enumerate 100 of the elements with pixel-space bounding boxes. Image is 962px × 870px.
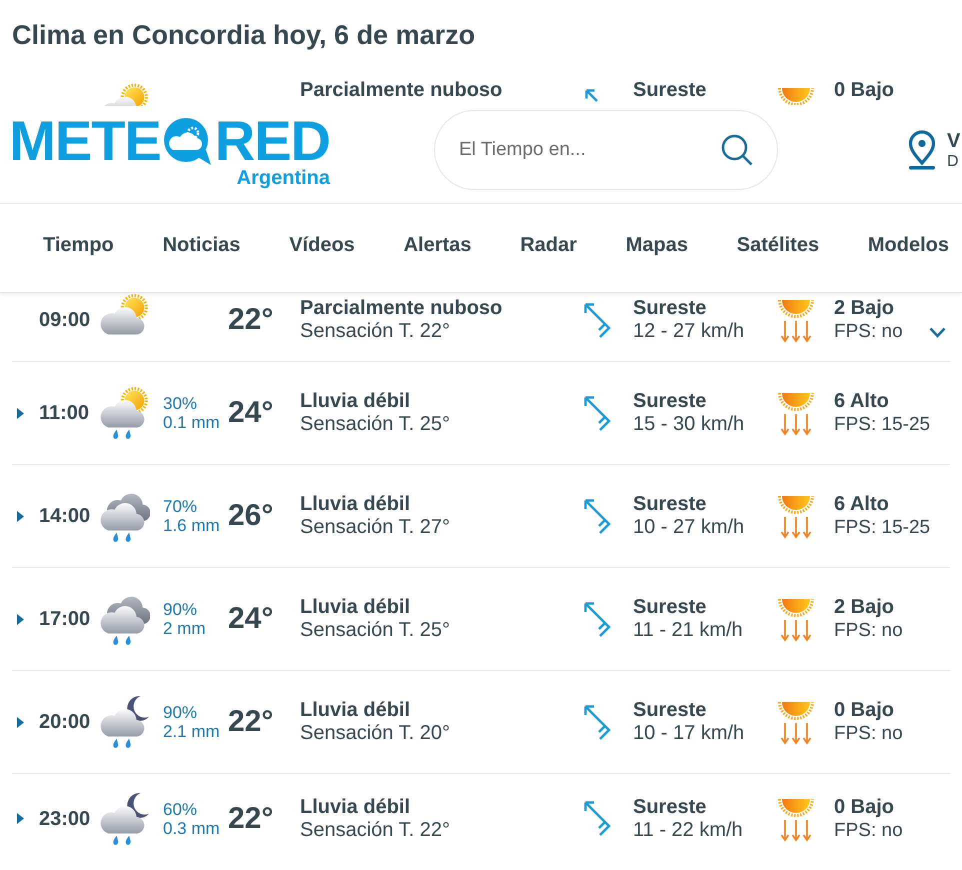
rain-amount-text: 0.1 mm <box>163 413 221 432</box>
logo-text: RED <box>214 116 330 166</box>
wind-direction-text: Sureste <box>633 390 708 413</box>
arrow-icon <box>584 88 599 102</box>
feels-like-text: Sensación T. 27° <box>300 516 451 539</box>
rain-chance-text: 70% <box>163 497 198 516</box>
rain-chance-text: 90% <box>163 600 198 619</box>
wind-arrow-icon <box>583 394 613 432</box>
location-text[interactable]: V <box>947 130 960 152</box>
sun-protection-text: FPS: no <box>834 320 903 343</box>
wind-direction-text: Sureste <box>633 297 708 320</box>
uv-index-text: 0 Bajo <box>834 796 896 818</box>
uv-index-text: 6 Alto <box>834 390 890 413</box>
rain-amount-text: 1.6 mm <box>163 516 221 535</box>
uv-index-text: 0 Bajo <box>834 699 896 722</box>
feels-like-text: Sensación T. 22° <box>300 818 451 842</box>
logo-text: METE <box>9 116 161 166</box>
page-title: Clima en Concordia hoy, 6 de marzo <box>12 19 476 51</box>
nav-link[interactable]: Radar <box>520 233 577 257</box>
wind-speed-text: 11 - 21 km/h <box>633 619 744 642</box>
sun-protection-text: FPS: no <box>834 818 903 842</box>
uv-index-text: 2 Bajo <box>834 297 896 320</box>
wind-speed-text: 11 - 22 km/h <box>633 818 744 842</box>
sun-protection-text: FPS: 15-25 <box>834 413 930 436</box>
location-pin-icon[interactable] <box>907 130 937 170</box>
moon-cloud-rain-icon <box>98 695 150 749</box>
wind-direction-text: Sureste <box>633 79 706 101</box>
uv-index-text: 6 Alto <box>834 493 890 516</box>
feels-like-text: Sensación T. 25° <box>300 619 451 642</box>
condition-text: Lluvia débil <box>300 493 412 516</box>
nav-link[interactable]: Noticias <box>162 233 240 257</box>
condition-text: Lluvia débil <box>300 699 412 722</box>
condition-text: Parcialmente nuboso <box>300 79 502 101</box>
rain-chance-text: 60% <box>163 800 198 818</box>
wind-direction-text: Sureste <box>633 699 708 722</box>
sun-protection-text: FPS: no <box>834 619 903 642</box>
sun-arrows-icon <box>778 493 814 539</box>
nav-link[interactable]: Tiempo <box>43 233 114 257</box>
feels-like-text: Sensación T. 20° <box>300 722 451 745</box>
condition-text: Lluvia débil <box>300 596 412 619</box>
temperature-text: 22° <box>228 802 274 834</box>
location-text[interactable]: D <box>947 152 960 172</box>
sun-arrows-icon <box>778 596 814 642</box>
nav-link[interactable]: Modelos <box>868 233 949 257</box>
sun-protection-text: FPS: 15-25 <box>834 516 930 539</box>
caret-icon[interactable] <box>17 614 24 624</box>
caret-icon[interactable] <box>17 716 24 728</box>
nav-link[interactable]: Satélites <box>736 233 820 257</box>
condition-text: Lluvia débil <box>300 796 412 818</box>
caret-icon[interactable] <box>17 813 24 824</box>
wind-speed-text: 15 - 30 km/h <box>633 413 746 436</box>
time-text: 23:00 <box>39 808 90 830</box>
wind-speed-text: 12 - 27 km/h <box>633 320 746 343</box>
search-field[interactable]: El Tiempo en... <box>434 110 778 190</box>
nav-link[interactable]: Alertas <box>404 233 472 257</box>
rain-amount-text: 2.1 mm <box>163 722 221 741</box>
wind-direction-text: Sureste <box>633 596 708 619</box>
time-text: 14:00 <box>39 505 90 527</box>
nav-link[interactable]: Vídeos <box>289 233 355 257</box>
sun-cloud-rain-icon <box>98 386 150 440</box>
sun-protection-text: FPS: no <box>834 722 903 745</box>
logo-region-text: Argentina <box>236 167 330 189</box>
wind-speed-text: 10 - 17 km/h <box>633 722 746 745</box>
cloud-bubble-icon <box>162 116 214 166</box>
feels-like-text: Sensación T. 22° <box>300 320 451 343</box>
nav-link[interactable]: Mapas <box>626 233 688 257</box>
wind-direction-text: Sureste <box>633 493 708 516</box>
rain-amount-text: 2 mm <box>163 619 206 638</box>
search-input[interactable]: El Tiempo en... <box>459 136 721 164</box>
rain-amount-text: 0.3 mm <box>163 818 221 838</box>
sun-arrows-icon <box>778 699 814 745</box>
half-sun-icon <box>778 85 814 105</box>
uv-index-text: 2 Bajo <box>834 596 896 619</box>
condition-text: Parcialmente nuboso <box>300 297 504 320</box>
wind-speed-text: 10 - 27 km/h <box>633 516 746 539</box>
wind-arrow-icon <box>583 600 613 638</box>
wind-arrow-icon <box>583 704 613 740</box>
caret-icon[interactable] <box>17 510 24 522</box>
temperature-text: 26° <box>228 499 274 532</box>
rain-chance-text: 90% <box>163 703 198 722</box>
rain-chance-text: 30% <box>163 394 198 413</box>
time-text: 17:00 <box>39 608 90 630</box>
temperature-text: 22° <box>228 705 274 738</box>
wind-arrow-icon <box>583 302 613 338</box>
caret-icon[interactable] <box>17 408 24 418</box>
wind-direction-text: Sureste <box>633 796 708 818</box>
time-text: 11:00 <box>39 402 90 424</box>
search-icon[interactable] <box>721 134 753 166</box>
wind-arrow-icon <box>583 800 613 837</box>
temperature-text: 22° <box>228 303 274 336</box>
condition-text: Lluvia débil <box>300 390 412 413</box>
temperature-text: 24° <box>228 396 274 429</box>
moon-cloud-rain-icon <box>98 792 150 846</box>
sun-arrows-icon <box>778 390 814 436</box>
time-text: 20:00 <box>39 711 90 733</box>
chevron-down-icon[interactable] <box>929 326 946 338</box>
sun-arrows-icon <box>778 297 814 343</box>
time-text: 09:00 <box>39 309 90 331</box>
temperature-text: 24° <box>228 602 274 635</box>
uv-index-text: 0 Bajo <box>834 79 894 101</box>
